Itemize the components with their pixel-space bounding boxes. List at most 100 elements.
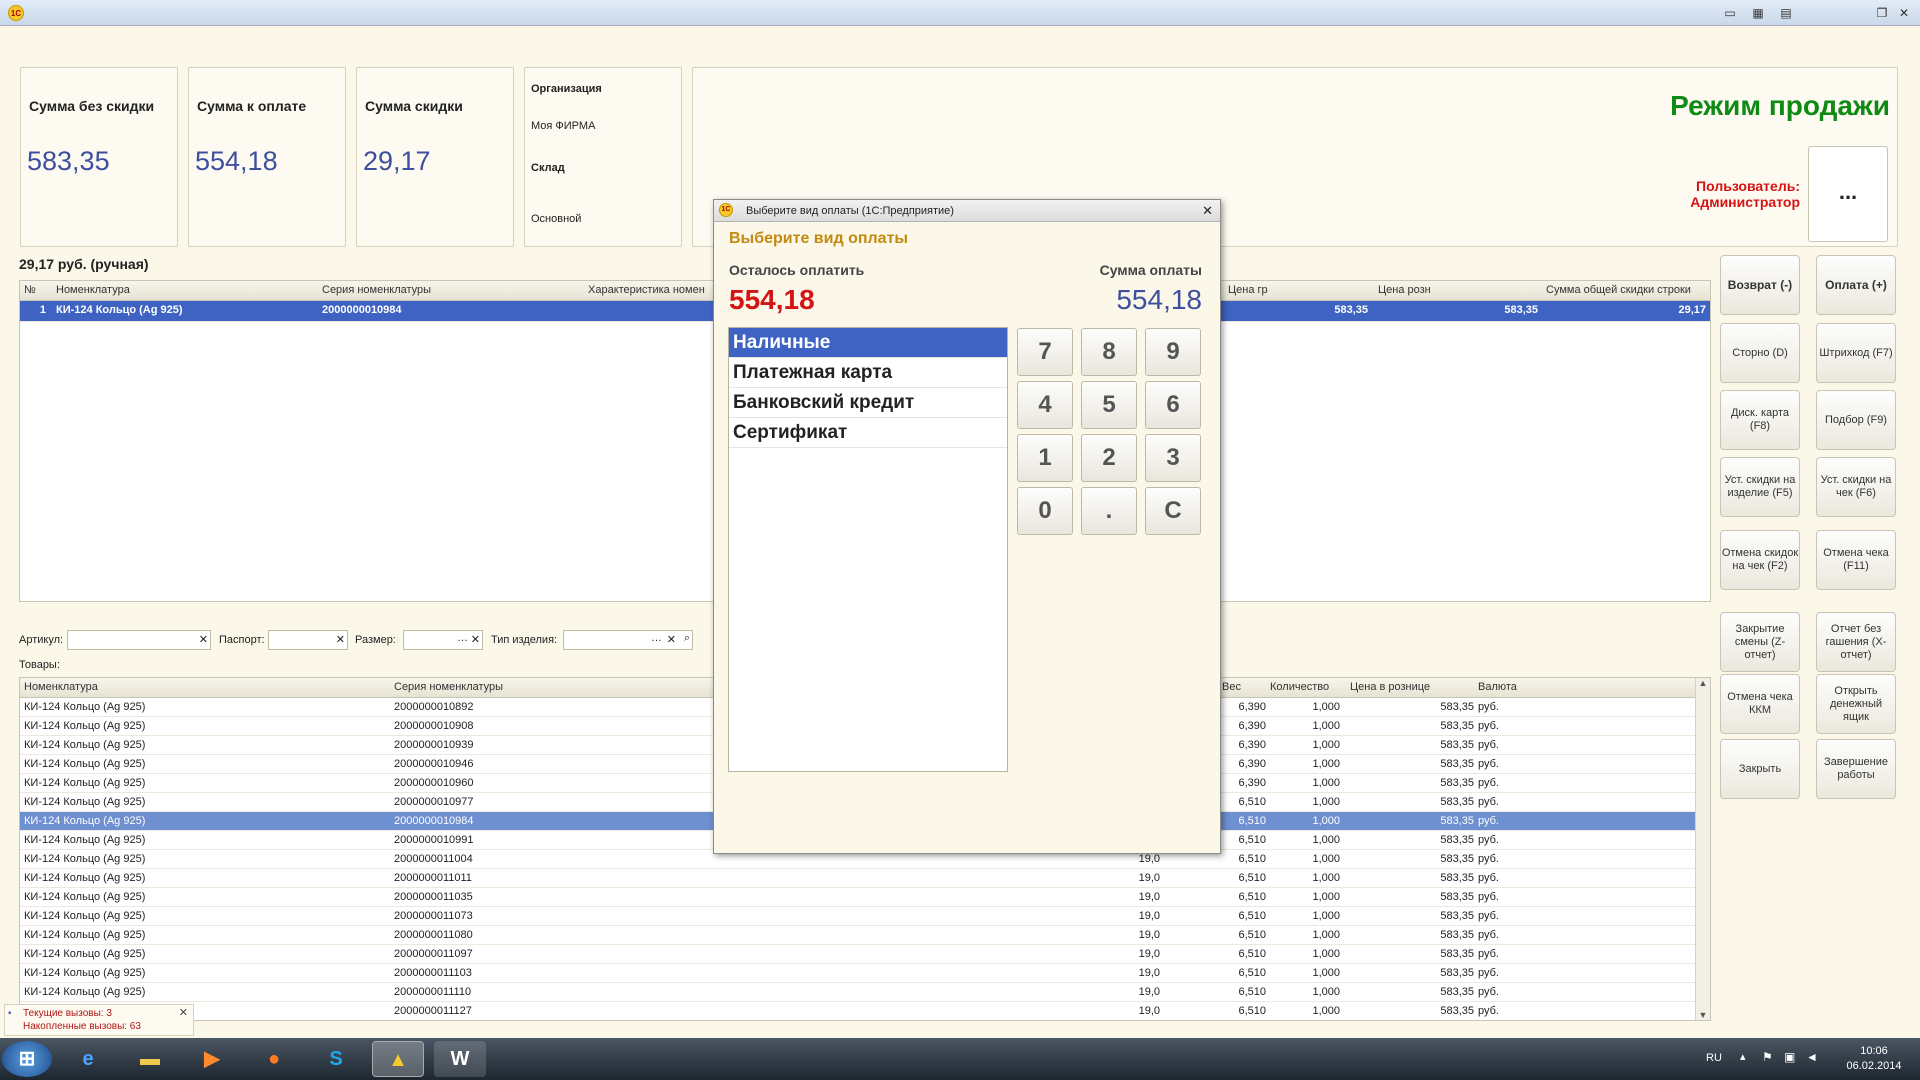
finish-work-button[interactable]: Завершение работы (1816, 739, 1896, 799)
payment-type-certificate[interactable]: Сертификат (729, 418, 1007, 448)
return-button[interactable]: Возврат (-) (1720, 255, 1800, 315)
notice-line: Накопленные вызовы: 63 (23, 1021, 141, 1032)
word-icon[interactable]: W (434, 1041, 486, 1077)
payment-button[interactable]: Оплата (+) (1816, 255, 1896, 315)
payment-type-cash[interactable]: Наличные (729, 328, 1007, 358)
payment-type-credit[interactable]: Банковский кредит (729, 388, 1007, 418)
key-5[interactable]: 5 (1081, 381, 1137, 429)
cell: 2000000010892 (394, 701, 474, 713)
start-icon[interactable]: ⊞ (2, 1041, 52, 1077)
calc-icon[interactable]: ▭ (1720, 4, 1740, 22)
cell: 1,000 (1312, 815, 1340, 827)
selection-button[interactable]: Подбор (F9) (1816, 390, 1896, 450)
cancel-kkm-check-button[interactable]: Отмена чека ККМ (1720, 674, 1800, 734)
col-header: Количество (1270, 681, 1330, 693)
cell: 19,0 (1138, 872, 1160, 884)
table-row[interactable]: КИ-124 Кольцо (Ag 925) 2000000011080 19,0 6… (20, 926, 1710, 945)
dialog-window-title: Выберите вид оплаты (1С:Предприятие) (746, 205, 954, 217)
size-input[interactable]: … ✕ (403, 630, 483, 650)
clock[interactable]: 10:06 06.02.2014 (1836, 1044, 1912, 1074)
1c-taskbar-icon[interactable]: ▲ (372, 1041, 424, 1077)
card-title: Сумма скидки (365, 98, 463, 114)
close-window-icon[interactable]: ✕ (1894, 4, 1914, 22)
discount-card-button[interactable]: Диск. карта (F8) (1720, 390, 1800, 450)
media-player-icon[interactable]: ▶ (186, 1041, 238, 1077)
cell: руб. (1478, 720, 1499, 732)
col-header: Номенклатура (24, 681, 98, 693)
scrollbar[interactable]: ▲ ▼ (1695, 678, 1710, 1020)
cancel-check-button[interactable]: Отмена чека (F11) (1816, 530, 1896, 590)
barcode-button[interactable]: Штрихкод (F7) (1816, 323, 1896, 383)
clear-icon[interactable]: ✕ (336, 633, 345, 646)
cell: 583,35 (1440, 701, 1474, 713)
calendar-icon[interactable]: ▦ (1748, 4, 1768, 22)
close-icon[interactable]: ✕ (179, 1007, 188, 1020)
item-discount-button[interactable]: Уст. скидки на изделие (F5) (1720, 457, 1800, 517)
skype-icon[interactable]: S (310, 1041, 362, 1077)
close-button[interactable]: Закрыть (1720, 739, 1800, 799)
language-indicator[interactable]: RU (1706, 1052, 1722, 1064)
select-dots-icon[interactable]: … (651, 632, 662, 644)
cell: КИ-124 Кольцо (Ag 925) (24, 796, 146, 808)
table-row[interactable]: КИ-124 Кольцо (Ag 925) 2000000011073 19,0 6… (20, 907, 1710, 926)
clear-icon[interactable]: ✕ (667, 633, 676, 646)
cell: 1,000 (1312, 967, 1340, 979)
table-row[interactable]: КИ-124 Кольцо (Ag 925) 2000000011035 19,0 6… (20, 888, 1710, 907)
key-6[interactable]: 6 (1145, 381, 1201, 429)
open-cash-drawer-button[interactable]: Открыть денежный ящик (1816, 674, 1896, 734)
search-icon[interactable]: ⌕ (684, 632, 690, 645)
col-header: Цена в рознице (1350, 681, 1431, 693)
cell: руб. (1478, 948, 1499, 960)
key-9[interactable]: 9 (1145, 328, 1201, 376)
warehouse-value: Основной (531, 213, 582, 225)
article-input[interactable]: ✕ (67, 630, 211, 650)
passport-input[interactable]: ✕ (268, 630, 348, 650)
clear-icon[interactable]: ✕ (471, 633, 480, 646)
key-8[interactable]: 8 (1081, 328, 1137, 376)
discount-note: 29,17 руб. (ручная) (19, 256, 149, 272)
firefox-icon[interactable]: ● (248, 1041, 300, 1077)
key-decimal[interactable]: . (1081, 487, 1137, 535)
key-0[interactable]: 0 (1017, 487, 1073, 535)
check-discount-button[interactable]: Уст. скидки на чек (F6) (1816, 457, 1896, 517)
cell: КИ-124 Кольцо (Ag 925) (24, 777, 146, 789)
storno-button[interactable]: Сторно (D) (1720, 323, 1800, 383)
table-row[interactable]: КИ-124 Кольцо (Ag 925) 2000000011011 19,0 6… (20, 869, 1710, 888)
item-type-input[interactable]: … ✕ ⌕ (563, 630, 693, 650)
card-value: 554,18 (195, 146, 278, 176)
key-3[interactable]: 3 (1145, 434, 1201, 482)
volume-icon[interactable]: ◄ (1806, 1050, 1818, 1064)
scroll-down-icon[interactable]: ▼ (1696, 1010, 1710, 1020)
table-row[interactable]: КИ-124 Кольцо (Ag 925) 2000000011103 19,0 6… (20, 964, 1710, 983)
key-2[interactable]: 2 (1081, 434, 1137, 482)
more-button[interactable]: ... (1808, 146, 1888, 242)
table-row[interactable]: КИ-124 Кольцо (Ag 925) 2000000011097 19,0 6… (20, 945, 1710, 964)
z-report-button[interactable]: Закрытие смены (Z-отчет) (1720, 612, 1800, 672)
info-icon[interactable]: ▤ (1776, 4, 1796, 22)
key-7[interactable]: 7 (1017, 328, 1073, 376)
network-icon[interactable]: ▣ (1784, 1050, 1795, 1064)
key-1[interactable]: 1 (1017, 434, 1073, 482)
clear-icon[interactable]: ✕ (199, 633, 208, 646)
tray-arrow-icon[interactable]: ▴ (1740, 1050, 1746, 1063)
select-dots-icon[interactable]: … (457, 632, 468, 644)
key-4[interactable]: 4 (1017, 381, 1073, 429)
folder-icon[interactable]: ▬ (124, 1041, 176, 1077)
table-row[interactable]: 2000000011127 19,0 6,510 1,000 583,35 руб. (20, 1002, 1710, 1020)
key-clear[interactable]: C (1145, 487, 1201, 535)
cell: 583,35 (1440, 929, 1474, 941)
cancel-discounts-button[interactable]: Отмена скидок на чек (F2) (1720, 530, 1800, 590)
org-value: Моя ФИРМА (531, 120, 596, 132)
ie-icon[interactable]: e (62, 1041, 114, 1077)
cell: 6,510 (1238, 891, 1266, 903)
payment-type-card[interactable]: Платежная карта (729, 358, 1007, 388)
restore-window-icon[interactable]: ❐ (1872, 4, 1892, 22)
close-icon[interactable]: ✕ (1202, 203, 1213, 219)
cell: руб. (1478, 967, 1499, 979)
table-row[interactable]: КИ-124 Кольцо (Ag 925) 2000000011110 19,0 6… (20, 983, 1710, 1002)
flag-icon[interactable]: ⚑ (1762, 1050, 1773, 1064)
x-report-button[interactable]: Отчет без гашения (X-отчет) (1816, 612, 1896, 672)
scroll-up-icon[interactable]: ▲ (1696, 678, 1710, 688)
app-logo-icon: 1C (719, 203, 733, 217)
cell: 6,510 (1238, 967, 1266, 979)
